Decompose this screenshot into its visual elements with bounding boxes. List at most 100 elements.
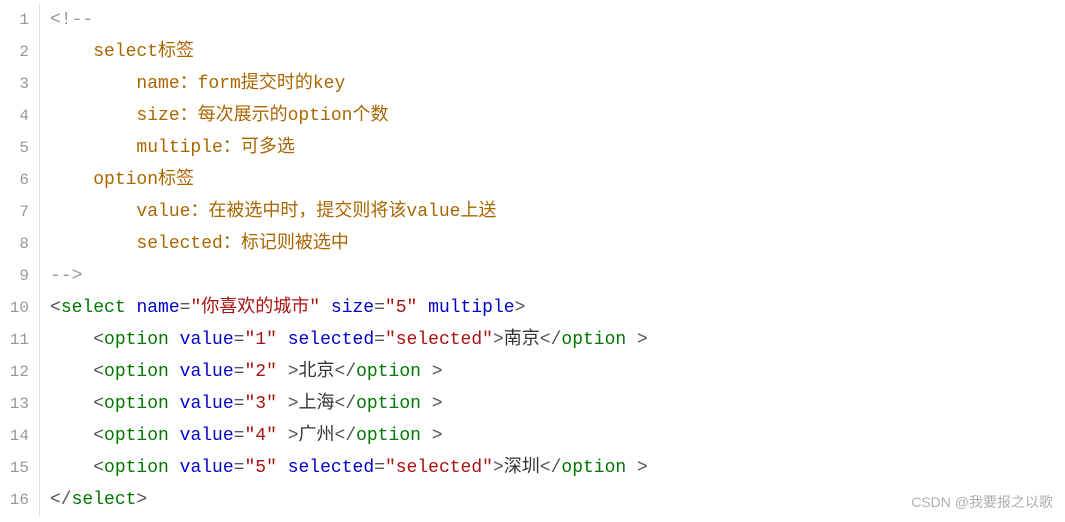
token: > bbox=[515, 298, 526, 318]
token bbox=[50, 42, 93, 62]
token: > bbox=[288, 426, 299, 446]
token: </ bbox=[335, 426, 357, 446]
token bbox=[50, 330, 93, 350]
token bbox=[169, 362, 180, 382]
token: < bbox=[93, 330, 104, 350]
token bbox=[50, 362, 93, 382]
line-number: 12 bbox=[0, 356, 29, 388]
token: > bbox=[493, 458, 504, 478]
line-number: 9 bbox=[0, 260, 29, 292]
token: option bbox=[104, 458, 169, 478]
token: option bbox=[561, 330, 637, 350]
token: option bbox=[104, 330, 169, 350]
token bbox=[50, 202, 136, 222]
token: > bbox=[432, 426, 443, 446]
token: > bbox=[432, 394, 443, 414]
token: value bbox=[180, 330, 234, 350]
token bbox=[277, 394, 288, 414]
token: value：在被选中时，提交则将该value上送 bbox=[136, 202, 496, 222]
token: name bbox=[136, 298, 179, 318]
line-number: 16 bbox=[0, 484, 29, 516]
token bbox=[126, 298, 137, 318]
token: > bbox=[493, 330, 504, 350]
token bbox=[320, 298, 331, 318]
code-line: option标签 bbox=[50, 164, 1065, 196]
code-line: name：form提交时的key bbox=[50, 68, 1065, 100]
token: > bbox=[637, 330, 648, 350]
token bbox=[50, 458, 93, 478]
token: > bbox=[288, 394, 299, 414]
token: selected bbox=[288, 330, 374, 350]
token: option标签 bbox=[93, 170, 194, 190]
token: "1" bbox=[244, 330, 276, 350]
code-line: size：每次展示的option个数 bbox=[50, 100, 1065, 132]
token: select标签 bbox=[93, 42, 194, 62]
token: value bbox=[180, 394, 234, 414]
code-line: <select name="你喜欢的城市" size="5" multiple> bbox=[50, 292, 1065, 324]
line-number: 2 bbox=[0, 36, 29, 68]
token: = bbox=[180, 298, 191, 318]
token: = bbox=[234, 458, 245, 478]
token: "你喜欢的城市" bbox=[190, 298, 320, 318]
token: < bbox=[50, 298, 61, 318]
line-number: 10 bbox=[0, 292, 29, 324]
code-line: selected：标记则被选中 bbox=[50, 228, 1065, 260]
token: select bbox=[72, 490, 137, 510]
code-line: <option value="3" >上海</option > bbox=[50, 388, 1065, 420]
token: < bbox=[93, 362, 104, 382]
line-number: 7 bbox=[0, 196, 29, 228]
line-number: 5 bbox=[0, 132, 29, 164]
token bbox=[277, 330, 288, 350]
token: > bbox=[432, 362, 443, 382]
token: < bbox=[93, 426, 104, 446]
code-line: <option value="1" selected="selected">南京… bbox=[50, 324, 1065, 356]
token: </ bbox=[540, 458, 562, 478]
token: </ bbox=[540, 330, 562, 350]
token: option bbox=[104, 394, 169, 414]
token: selected：标记则被选中 bbox=[136, 234, 348, 254]
token: = bbox=[234, 426, 245, 446]
token: = bbox=[374, 330, 385, 350]
line-number: 3 bbox=[0, 68, 29, 100]
token: = bbox=[374, 298, 385, 318]
token bbox=[50, 394, 93, 414]
code-line: select标签 bbox=[50, 36, 1065, 68]
code-block: 12345678910111213141516 <!-- select标签 na… bbox=[0, 0, 1065, 520]
line-number: 13 bbox=[0, 388, 29, 420]
code-line: <!-- bbox=[50, 4, 1065, 36]
token: 南京 bbox=[504, 330, 540, 350]
token: = bbox=[234, 330, 245, 350]
token: value bbox=[180, 458, 234, 478]
token: multiple bbox=[428, 298, 514, 318]
token bbox=[169, 426, 180, 446]
token: > bbox=[637, 458, 648, 478]
code-content[interactable]: <!-- select标签 name：form提交时的key size：每次展示… bbox=[40, 4, 1065, 516]
token: size：每次展示的option个数 bbox=[136, 106, 388, 126]
line-number: 6 bbox=[0, 164, 29, 196]
token: option bbox=[561, 458, 637, 478]
token: <!-- bbox=[50, 10, 93, 30]
token bbox=[50, 106, 136, 126]
code-line: multiple：可多选 bbox=[50, 132, 1065, 164]
token: value bbox=[180, 426, 234, 446]
token: "5" bbox=[244, 458, 276, 478]
line-number: 1 bbox=[0, 4, 29, 36]
token bbox=[277, 362, 288, 382]
token: "4" bbox=[244, 426, 276, 446]
token: option bbox=[104, 362, 169, 382]
token: 上海 bbox=[299, 394, 335, 414]
token: size bbox=[331, 298, 374, 318]
token: option bbox=[356, 426, 432, 446]
code-line: value：在被选中时，提交则将该value上送 bbox=[50, 196, 1065, 228]
token bbox=[417, 298, 428, 318]
token: = bbox=[234, 362, 245, 382]
line-number-gutter: 12345678910111213141516 bbox=[0, 4, 40, 516]
token: option bbox=[356, 362, 432, 382]
token: select bbox=[61, 298, 126, 318]
token: "selected" bbox=[385, 458, 493, 478]
token: </ bbox=[335, 394, 357, 414]
line-number: 8 bbox=[0, 228, 29, 260]
token: multiple：可多选 bbox=[136, 138, 294, 158]
code-line: <option value="4" >广州</option > bbox=[50, 420, 1065, 452]
code-line: </select> bbox=[50, 484, 1065, 516]
